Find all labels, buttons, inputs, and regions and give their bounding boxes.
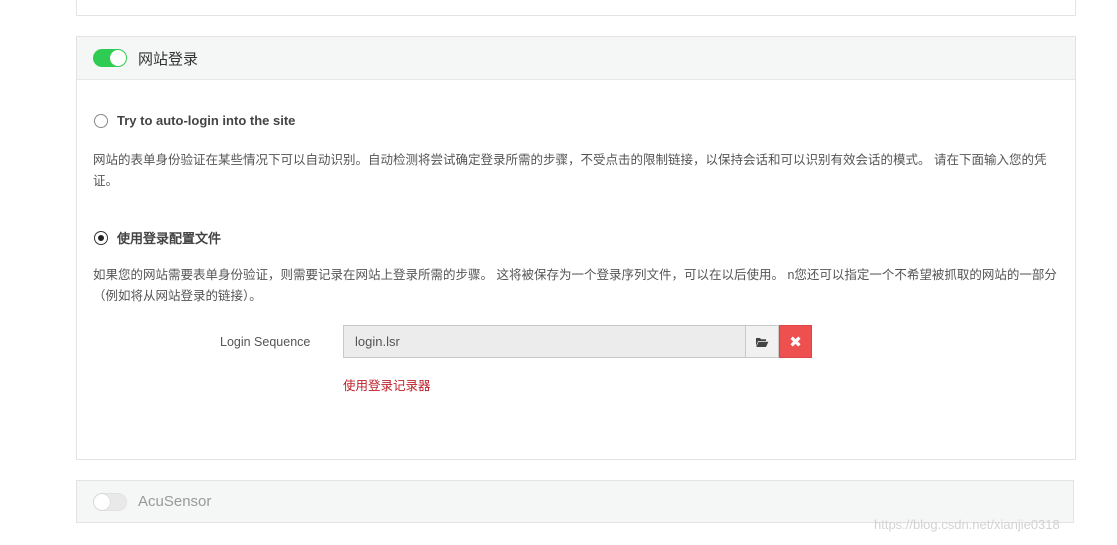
login-panel-header: 网站登录 — [77, 37, 1075, 80]
clear-button[interactable]: ✖ — [779, 325, 812, 358]
auto-login-radio[interactable] — [94, 113, 108, 128]
browse-button[interactable] — [745, 325, 779, 358]
close-icon: ✖ — [789, 333, 802, 351]
login-sequence-input-group: login.lsr ✖ — [343, 325, 812, 358]
toggle-knob — [94, 493, 110, 510]
login-sequence-input[interactable]: login.lsr — [343, 325, 745, 358]
acusensor-toggle-switch[interactable] — [93, 492, 127, 511]
login-panel: 网站登录 Try to auto-login into the site 网站的… — [76, 36, 1076, 460]
auto-login-label: Try to auto-login into the site — [117, 113, 296, 128]
auto-login-description: 网站的表单身份验证在某些情况下可以自动识别。自动检测将尝试确定登录所需的步骤，不… — [93, 153, 1047, 188]
login-profile-description: 如果您的网站需要表单身份验证，则需要记录在网站上登录所需的步骤。 这将被保存为一… — [93, 268, 1057, 303]
login-panel-title: 网站登录 — [138, 50, 199, 68]
login-recorder-link[interactable]: 使用登录记录器 — [343, 375, 431, 394]
login-toggle-switch[interactable] — [93, 49, 127, 67]
watermark-text: https://blog.csdn.net/xianjie0318 — [874, 517, 1060, 532]
login-profile-label: 使用登录配置文件 — [117, 231, 222, 246]
auto-login-option[interactable]: Try to auto-login into the site — [94, 113, 295, 128]
login-profile-radio[interactable] — [94, 230, 108, 245]
folder-open-icon — [756, 337, 769, 347]
previous-panel-bottom — [76, 0, 1076, 16]
toggle-knob — [110, 50, 126, 66]
login-sequence-label: Login Sequence — [220, 335, 311, 349]
login-profile-option[interactable]: 使用登录配置文件 — [94, 228, 221, 247]
acusensor-panel-title: AcuSensor — [138, 493, 212, 510]
